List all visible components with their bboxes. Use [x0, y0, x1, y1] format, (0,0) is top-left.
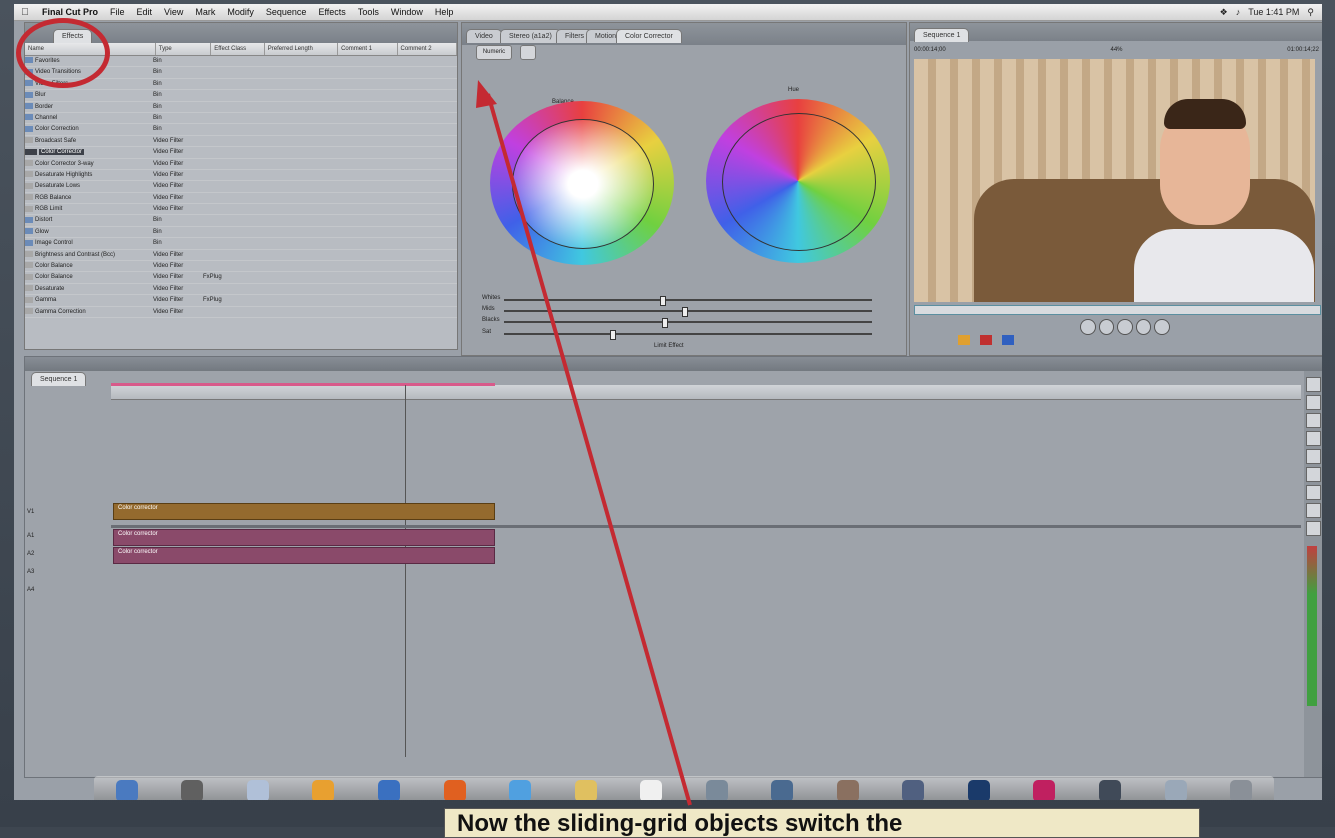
annotation-arrow [476, 80, 692, 806]
arrow-line [486, 93, 692, 806]
tutorial-caption: Now the sliding-grid objects switch the [444, 808, 1200, 838]
arrow-head [476, 80, 497, 108]
